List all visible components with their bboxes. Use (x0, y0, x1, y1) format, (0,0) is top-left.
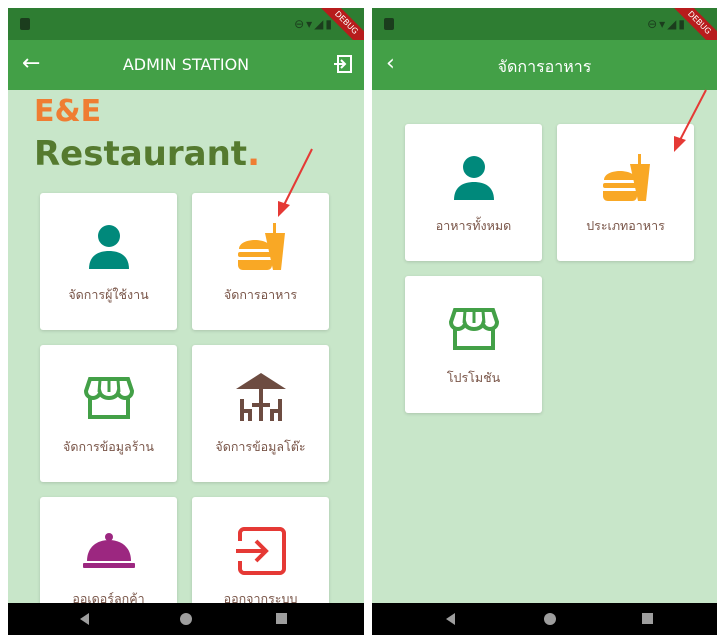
brand-dot: . (247, 134, 260, 174)
page-title: ADMIN STATION (122, 55, 250, 74)
person-icon (40, 223, 177, 273)
main-content: E&E Restaurant. จัดการผู้ใช้งาน จัดการอา… (8, 90, 364, 627)
phone-screen-admin: ⊖▾◢▮ DEBUG ← ADMIN STATION E&E Restauran… (8, 8, 364, 635)
brand-logo-line1: E&E (34, 94, 102, 129)
promotion-card[interactable]: โปรโมชัน (405, 276, 542, 413)
page-title: จัดการอาหาร (497, 57, 592, 76)
manage-users-label: จัดการผู้ใช้งาน (68, 287, 149, 302)
nav-recents-icon[interactable] (276, 613, 287, 624)
table-umbrella-icon (192, 369, 329, 421)
manage-tables-card[interactable]: จัดการข้อมูลโต๊ะ (192, 345, 329, 482)
status-bar: ⊖▾◢▮ DEBUG (372, 8, 717, 57)
manage-shop-card[interactable]: จัดการข้อมูลร้าน (40, 345, 177, 482)
nav-back-icon[interactable] (80, 613, 89, 625)
manage-shop-label: จัดการข้อมูลร้าน (63, 439, 154, 454)
room-service-icon (40, 531, 177, 581)
fastfood-icon (192, 219, 329, 270)
brand-name: Restaurant (34, 134, 248, 174)
phone-screen-food-management: ⊖▾◢▮ DEBUG ‹ จัดการอาหาร อาหารทั้งหมด ปร… (372, 8, 717, 635)
manage-food-card[interactable]: จัดการอาหาร (192, 193, 329, 330)
all-food-card[interactable]: อาหารทั้งหมด (405, 124, 542, 261)
exit-icon (192, 527, 329, 577)
nav-home-icon[interactable] (544, 613, 556, 625)
fastfood-icon (557, 150, 694, 201)
brand-logo-line2: Restaurant. (34, 134, 260, 174)
sim-icon (384, 18, 394, 30)
system-nav-bar (8, 603, 364, 635)
food-category-label: ประเภทอาหาร (586, 218, 665, 233)
logout-icon[interactable] (332, 53, 354, 75)
system-nav-bar (372, 603, 717, 635)
person-icon (405, 154, 542, 204)
all-food-label: อาหารทั้งหมด (435, 218, 512, 233)
sim-icon (20, 18, 30, 30)
app-bar: ‹ จัดการอาหาร (372, 40, 717, 90)
manage-tables-label: จัดการข้อมูลโต๊ะ (215, 439, 306, 454)
nav-recents-icon[interactable] (642, 613, 653, 624)
main-content: อาหารทั้งหมด ประเภทอาหาร โปรโมชัน (372, 90, 717, 603)
manage-users-card[interactable]: จัดการผู้ใช้งาน (40, 193, 177, 330)
app-bar: ← ADMIN STATION (8, 40, 364, 90)
nav-back-icon[interactable] (446, 613, 455, 625)
food-category-card[interactable]: ประเภทอาหาร (557, 124, 694, 261)
storefront-icon (40, 375, 177, 425)
status-icons: ⊖▾◢▮ (647, 17, 687, 31)
storefront-icon (405, 306, 542, 356)
status-icons: ⊖▾◢▮ (294, 17, 334, 31)
manage-food-label: จัดการอาหาร (223, 287, 298, 302)
promotion-label: โปรโมชัน (446, 370, 501, 385)
status-bar: ⊖▾◢▮ DEBUG (8, 8, 364, 57)
nav-home-icon[interactable] (180, 613, 192, 625)
